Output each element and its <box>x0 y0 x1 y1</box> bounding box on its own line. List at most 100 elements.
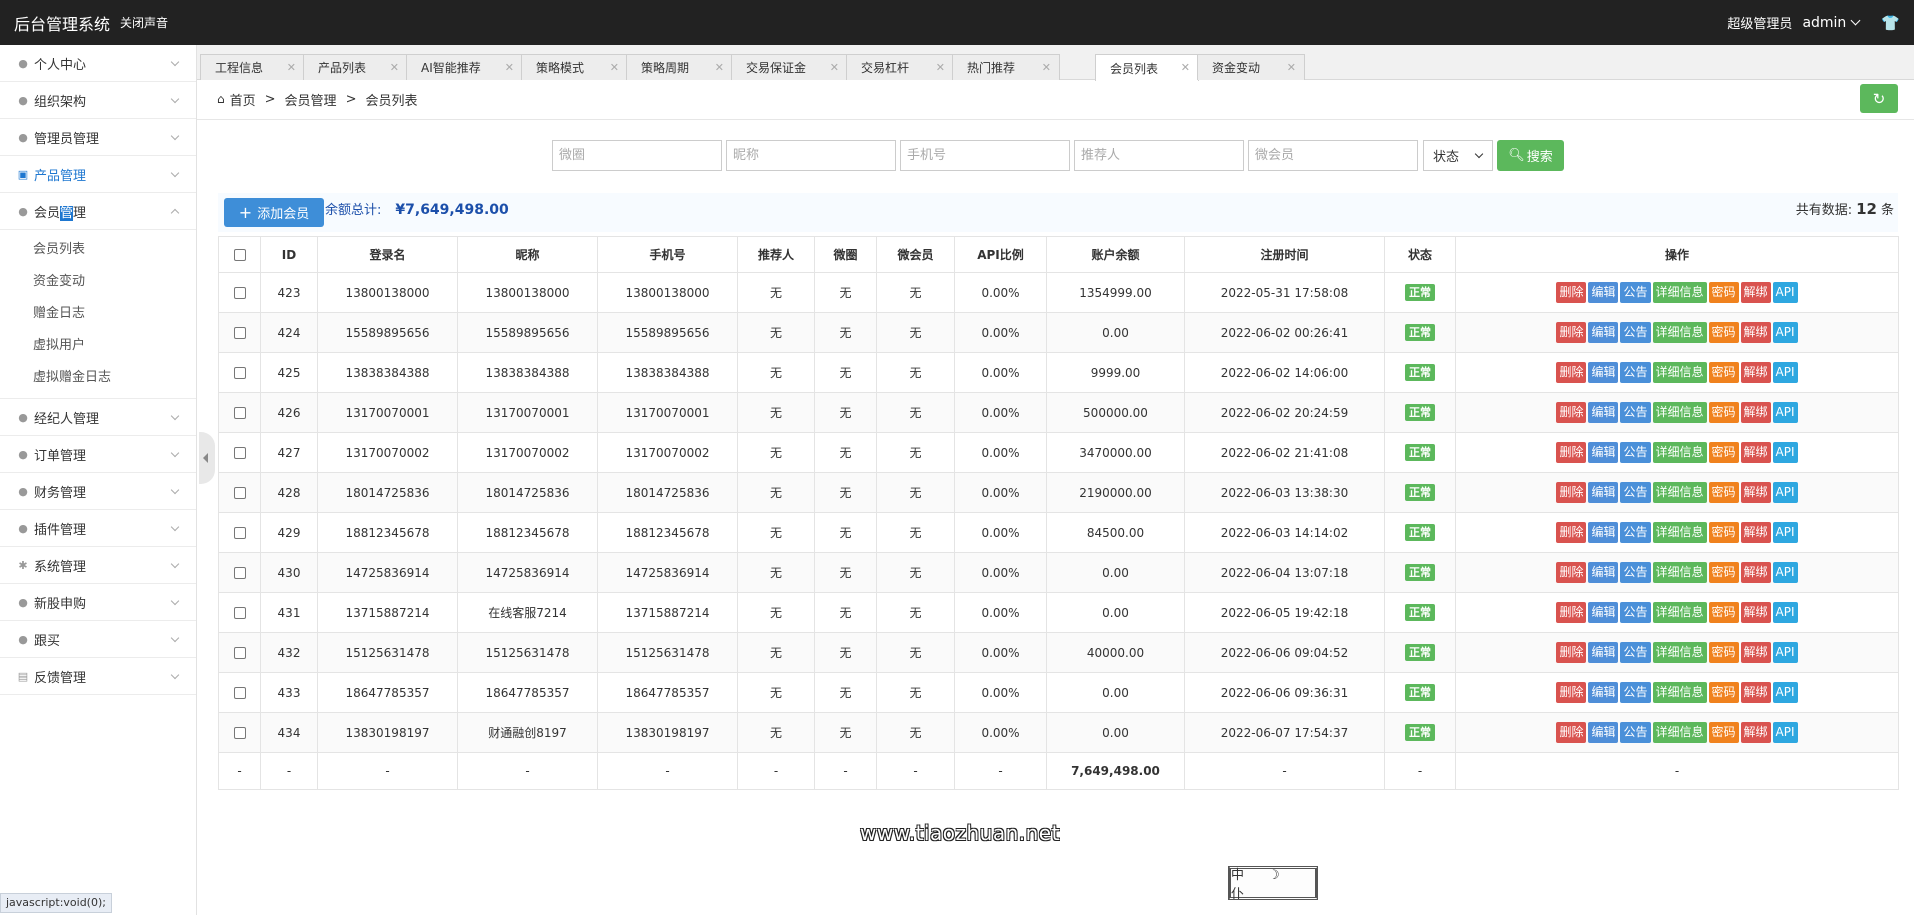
notice-button[interactable]: 公告 <box>1620 722 1651 743</box>
edit-button[interactable]: 编辑 <box>1588 722 1619 743</box>
referrer-search-input[interactable] <box>1074 140 1244 171</box>
edit-button[interactable]: 编辑 <box>1588 402 1619 423</box>
api-button[interactable]: API <box>1772 522 1798 543</box>
theme-shirt-icon[interactable]: 👕 <box>1881 14 1900 32</box>
sidebar-item-personal-center[interactable]: ● 个人中心 <box>0 45 196 82</box>
row-checkbox[interactable] <box>233 487 246 499</box>
api-button[interactable]: API <box>1772 402 1798 423</box>
close-icon[interactable]: ✕ <box>1042 61 1051 74</box>
close-icon[interactable]: ✕ <box>1181 61 1190 74</box>
tab-strategy-mode[interactable]: 策略模式 ✕ <box>521 54 628 80</box>
sidebar-item-broker[interactable]: ● 经纪人管理 <box>0 399 196 436</box>
password-button[interactable]: 密码 <box>1708 402 1739 423</box>
row-checkbox[interactable] <box>233 687 246 699</box>
details-button[interactable]: 详细信息 <box>1652 442 1707 463</box>
details-button[interactable]: 详细信息 <box>1652 642 1707 663</box>
notice-button[interactable]: 公告 <box>1620 522 1651 543</box>
notice-button[interactable]: 公告 <box>1620 482 1651 503</box>
details-button[interactable]: 详细信息 <box>1652 522 1707 543</box>
delete-button[interactable]: 删除 <box>1556 282 1587 303</box>
notice-button[interactable]: 公告 <box>1620 602 1651 623</box>
unbind-button[interactable]: 解绑 <box>1740 282 1771 303</box>
add-member-button[interactable]: + 添加会员 <box>224 198 324 227</box>
sidebar-item-finance[interactable]: ● 财务管理 <box>0 473 196 510</box>
notice-button[interactable]: 公告 <box>1620 682 1651 703</box>
unbind-button[interactable]: 解绑 <box>1740 322 1771 343</box>
tab-project-info[interactable]: 工程信息 ✕ <box>200 54 305 80</box>
submenu-fund-change[interactable]: 资金变动 <box>0 266 196 298</box>
details-button[interactable]: 详细信息 <box>1652 282 1707 303</box>
sidebar-collapse-handle[interactable] <box>199 432 215 484</box>
tab-product-list[interactable]: 产品列表 ✕ <box>303 54 408 80</box>
api-button[interactable]: API <box>1772 282 1798 303</box>
close-icon[interactable]: ✕ <box>505 61 514 74</box>
notice-button[interactable]: 公告 <box>1620 642 1651 663</box>
unbind-button[interactable]: 解绑 <box>1740 522 1771 543</box>
circle-search-input[interactable] <box>552 140 722 171</box>
edit-button[interactable]: 编辑 <box>1588 322 1619 343</box>
edit-button[interactable]: 编辑 <box>1588 602 1619 623</box>
micro-member-search-input[interactable] <box>1248 140 1418 171</box>
unbind-button[interactable]: 解绑 <box>1740 402 1771 423</box>
user-menu[interactable]: admin <box>1802 15 1861 31</box>
notice-button[interactable]: 公告 <box>1620 362 1651 383</box>
notice-button[interactable]: 公告 <box>1620 322 1651 343</box>
row-checkbox[interactable] <box>233 527 246 539</box>
password-button[interactable]: 密码 <box>1708 282 1739 303</box>
api-button[interactable]: API <box>1772 722 1798 743</box>
sidebar-item-ipo[interactable]: ● 新股申购 <box>0 584 196 621</box>
password-button[interactable]: 密码 <box>1708 682 1739 703</box>
password-button[interactable]: 密码 <box>1708 322 1739 343</box>
edit-button[interactable]: 编辑 <box>1588 442 1619 463</box>
close-icon[interactable]: ✕ <box>936 61 945 74</box>
api-button[interactable]: API <box>1772 362 1798 383</box>
delete-button[interactable]: 删除 <box>1556 402 1587 423</box>
api-button[interactable]: API <box>1772 642 1798 663</box>
sidebar-item-product[interactable]: ▣ 产品管理 <box>0 156 196 193</box>
password-button[interactable]: 密码 <box>1708 722 1739 743</box>
details-button[interactable]: 详细信息 <box>1652 682 1707 703</box>
row-checkbox[interactable] <box>233 567 246 579</box>
edit-button[interactable]: 编辑 <box>1588 562 1619 583</box>
row-checkbox[interactable] <box>233 407 246 419</box>
delete-button[interactable]: 删除 <box>1556 562 1587 583</box>
sidebar-item-member[interactable]: ● 会员管理 <box>0 193 196 230</box>
details-button[interactable]: 详细信息 <box>1652 362 1707 383</box>
notice-button[interactable]: 公告 <box>1620 442 1651 463</box>
sidebar-item-follow[interactable]: ● 跟买 <box>0 621 196 658</box>
sidebar-item-org[interactable]: ● 组织架构 <box>0 82 196 119</box>
delete-button[interactable]: 删除 <box>1556 522 1587 543</box>
delete-button[interactable]: 删除 <box>1556 322 1587 343</box>
row-checkbox[interactable] <box>233 287 246 299</box>
delete-button[interactable]: 删除 <box>1556 682 1587 703</box>
edit-button[interactable]: 编辑 <box>1588 682 1619 703</box>
nickname-search-input[interactable] <box>726 140 896 171</box>
close-icon[interactable]: ✕ <box>610 61 619 74</box>
row-checkbox[interactable] <box>233 327 246 339</box>
api-button[interactable]: API <box>1772 482 1798 503</box>
phone-search-input[interactable] <box>900 140 1070 171</box>
edit-button[interactable]: 编辑 <box>1588 362 1619 383</box>
breadcrumb-member-manage[interactable]: 会员管理 <box>285 90 337 109</box>
close-icon[interactable]: ✕ <box>715 61 724 74</box>
unbind-button[interactable]: 解绑 <box>1740 562 1771 583</box>
edit-button[interactable]: 编辑 <box>1588 482 1619 503</box>
close-icon[interactable]: ✕ <box>830 61 839 74</box>
tab-trade-leverage[interactable]: 交易杠杆 ✕ <box>846 54 954 80</box>
select-all-checkbox[interactable] <box>233 249 246 261</box>
tab-fund-change[interactable]: 资金变动 ✕ <box>1197 54 1305 80</box>
close-icon[interactable]: ✕ <box>390 61 399 74</box>
sidebar-item-feedback[interactable]: ▤ 反馈管理 <box>0 658 196 695</box>
api-button[interactable]: API <box>1772 442 1798 463</box>
details-button[interactable]: 详细信息 <box>1652 722 1707 743</box>
details-button[interactable]: 详细信息 <box>1652 482 1707 503</box>
notice-button[interactable]: 公告 <box>1620 402 1651 423</box>
details-button[interactable]: 详细信息 <box>1652 322 1707 343</box>
delete-button[interactable]: 删除 <box>1556 642 1587 663</box>
unbind-button[interactable]: 解绑 <box>1740 442 1771 463</box>
password-button[interactable]: 密码 <box>1708 362 1739 383</box>
submenu-virtual-bonus-log[interactable]: 虚拟赠金日志 <box>0 362 196 394</box>
close-icon[interactable]: ✕ <box>287 61 296 74</box>
breadcrumb-home[interactable]: 首页 <box>230 90 256 109</box>
row-checkbox[interactable] <box>233 367 246 379</box>
